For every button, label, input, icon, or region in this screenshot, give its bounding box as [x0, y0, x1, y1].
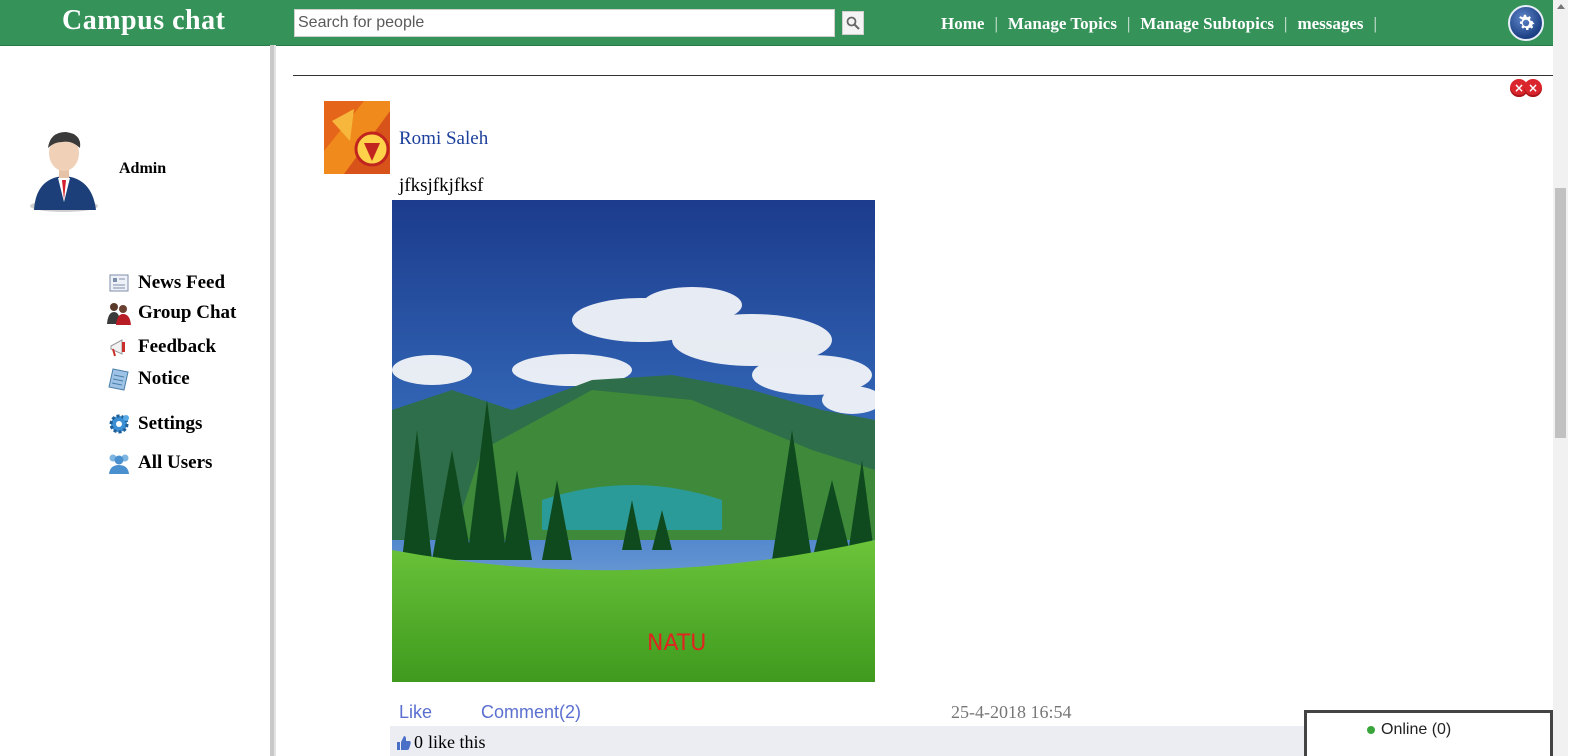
nav-separator: |	[1126, 14, 1131, 33]
sidebar-item-label: Group Chat	[138, 302, 237, 323]
like-button[interactable]: Like	[399, 702, 432, 723]
sidebar-divider	[270, 45, 276, 756]
nav-separator: |	[994, 14, 998, 33]
nav-separator: |	[1284, 14, 1288, 33]
sidebar-item-news-feed[interactable]: News Feed	[106, 270, 225, 296]
brand-title[interactable]: Campus chat	[62, 5, 225, 37]
admin-avatar	[28, 126, 102, 212]
main-nav: Home | Manage Topics | Manage Subtopics …	[941, 14, 1387, 34]
image-watermark: NATU	[647, 631, 706, 656]
post-remove-controls: × ×	[1510, 79, 1542, 97]
sidebar-item-label: Feedback	[138, 336, 217, 357]
sidebar-item-settings[interactable]: Settings	[106, 411, 202, 437]
sidebar-item-group-chat[interactable]: Group Chat	[106, 300, 236, 326]
nav-home[interactable]: Home	[941, 14, 984, 34]
post-author-name[interactable]: Romi Saleh	[399, 128, 488, 150]
online-status-icon	[1367, 726, 1375, 734]
sidebar-item-label: Notice	[138, 368, 190, 389]
sidebar-item-label: News Feed	[138, 272, 226, 293]
online-chat-tab[interactable]: Online (0)	[1304, 710, 1553, 756]
group-chat-icon	[106, 300, 132, 326]
sidebar-item-label: All Users	[138, 452, 213, 473]
sidebar-item-feedback[interactable]: Feedback	[106, 334, 216, 360]
settings-button[interactable]	[1508, 5, 1544, 41]
scroll-up-arrow-icon[interactable]	[1557, 4, 1565, 9]
top-navbar: Campus chat Home | Manage Topics | Manag…	[0, 0, 1553, 46]
online-count-label: Online (0)	[1381, 721, 1452, 738]
likes-suffix: like this	[428, 732, 486, 752]
close-icon[interactable]: ×	[1524, 79, 1542, 97]
settings-icon	[106, 411, 132, 437]
likes-count: 0	[414, 732, 423, 752]
notice-icon	[106, 366, 132, 392]
search-button[interactable]	[842, 11, 864, 35]
sidebar-item-label: Settings	[138, 413, 203, 434]
comment-button[interactable]: Comment(2)	[481, 702, 581, 723]
sidebar-item-all-users[interactable]: All Users	[106, 450, 212, 476]
thumbs-up-icon	[397, 735, 411, 750]
search-input[interactable]	[294, 9, 835, 37]
users-icon	[106, 450, 132, 476]
post-image[interactable]: NATU	[392, 200, 875, 682]
newsfeed-icon	[106, 270, 132, 296]
nav-manage-subtopics[interactable]: Manage Subtopics	[1140, 14, 1274, 34]
nav-messages[interactable]: messages	[1297, 14, 1363, 34]
sidebar-item-notice[interactable]: Notice	[106, 366, 190, 392]
post-text: jfksjfkjfksf	[399, 175, 484, 196]
nav-separator: |	[1373, 14, 1377, 33]
feed-divider	[293, 75, 1553, 76]
gear-icon	[1519, 14, 1535, 30]
scrollbar-thumb[interactable]	[1555, 188, 1566, 438]
likes-summary: 0 like this	[396, 732, 486, 753]
post-author-avatar[interactable]	[324, 101, 390, 174]
feedback-icon	[106, 334, 132, 360]
nav-manage-topics[interactable]: Manage Topics	[1008, 14, 1117, 34]
admin-name[interactable]: Admin	[119, 160, 166, 178]
post-timestamp: 25-4-2018 16:54	[951, 702, 1072, 722]
search-icon	[846, 16, 860, 30]
